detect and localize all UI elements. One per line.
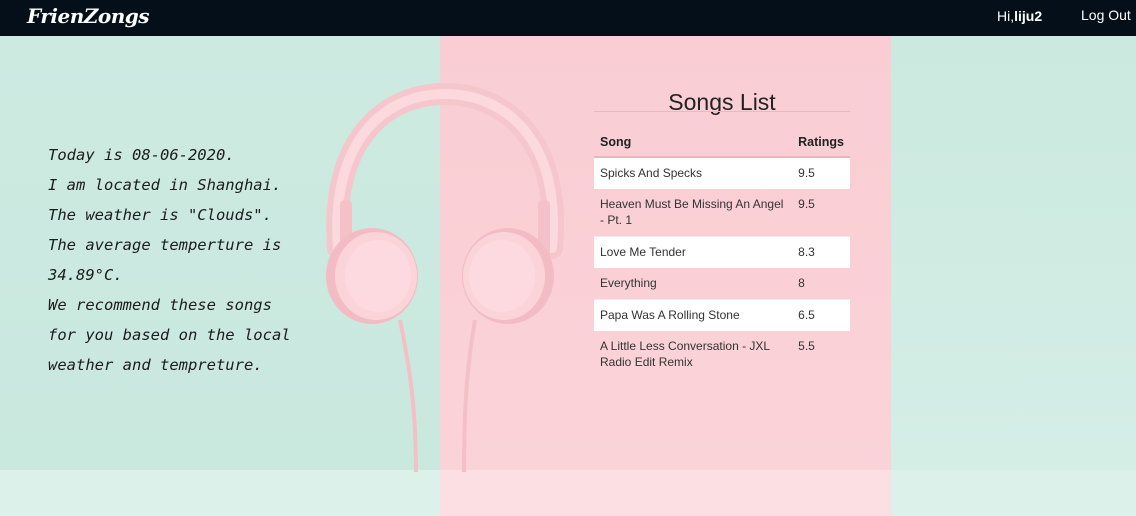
footer-band-right xyxy=(891,470,1136,516)
table-header-row: Song Ratings xyxy=(594,128,850,158)
navbar: FrienZongs Hi,liju2 Log Out xyxy=(0,0,1136,36)
song-rating: 9.5 xyxy=(798,197,815,211)
table-row: Spicks And Specks 9.5 xyxy=(594,156,850,189)
weather-recommendation-text: Today is 08-06-2020. I am located in Sha… xyxy=(48,140,318,380)
weather-line: 34.89°C. xyxy=(48,266,123,284)
title-divider xyxy=(594,111,850,112)
songs-list-title: Songs List xyxy=(668,89,776,116)
song-name: Heaven Must Be Missing An Angel - Pt. 1 xyxy=(600,197,784,227)
table-row: Love Me Tender 8.3 xyxy=(594,236,850,268)
column-header-ratings: Ratings xyxy=(792,128,850,158)
table-row: Heaven Must Be Missing An Angel - Pt. 1 … xyxy=(594,189,850,237)
song-rating: 9.5 xyxy=(792,156,850,189)
footer-band-center xyxy=(440,470,891,516)
table-row: A Little Less Conversation - JXL Radio E… xyxy=(594,331,850,378)
song-rating: 6.5 xyxy=(792,299,850,331)
user-greeting: Hi,liju2 xyxy=(997,8,1042,24)
songs-table: Song Ratings Spicks And Specks 9.5 Heave… xyxy=(594,128,850,378)
greeting-prefix: Hi, xyxy=(997,8,1015,24)
logout-link[interactable]: Log Out xyxy=(1081,7,1131,23)
weather-line: The weather is "Clouds". xyxy=(48,206,272,224)
weather-line: for you based on the local xyxy=(48,326,291,344)
username: liju2 xyxy=(1014,8,1043,24)
weather-line: We recommend these songs xyxy=(48,296,272,314)
song-name: A Little Less Conversation - JXL Radio E… xyxy=(600,339,770,369)
song-name: Love Me Tender xyxy=(594,236,793,268)
song-rating: 8.3 xyxy=(792,236,850,268)
table-row: Papa Was A Rolling Stone 6.5 xyxy=(594,299,850,331)
footer-band-left xyxy=(0,470,440,516)
brand-logo[interactable]: FrienZongs xyxy=(27,4,149,28)
table-row: Everything 8 xyxy=(594,268,850,300)
weather-line: weather and tempreture. xyxy=(48,356,263,374)
song-rating: 8 xyxy=(798,276,805,290)
weather-line: Today is 08-06-2020. xyxy=(48,146,235,164)
headphones-illustration xyxy=(326,82,565,472)
weather-line: The average temperture is xyxy=(48,236,282,254)
weather-line: I am located in Shanghai. xyxy=(48,176,282,194)
song-name: Papa Was A Rolling Stone xyxy=(594,299,793,331)
background-mint-right xyxy=(891,36,1136,470)
song-name: Everything xyxy=(600,276,657,290)
song-name: Spicks And Specks xyxy=(594,156,793,189)
song-rating: 5.5 xyxy=(798,339,815,353)
column-header-song: Song xyxy=(594,128,793,158)
